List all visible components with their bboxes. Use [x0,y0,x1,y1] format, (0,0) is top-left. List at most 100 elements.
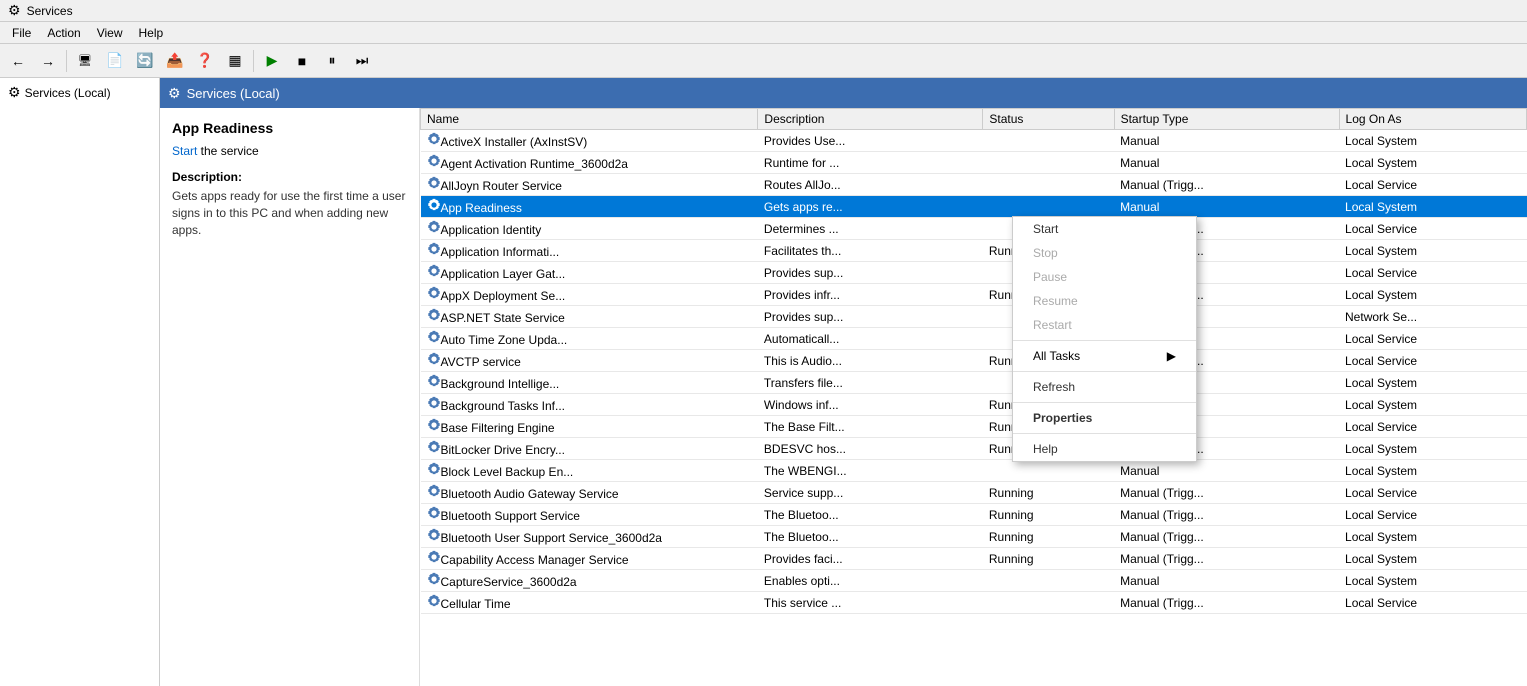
cell-startup: Manual (Trigg... [1114,548,1339,570]
forward-button[interactable]: → [34,47,62,75]
table-row[interactable]: Application Identity Determines ... Manu… [421,218,1527,240]
export-button[interactable]: 📤 [161,47,189,75]
service-table: Name Description Status Startup Type Log… [420,108,1527,614]
table-row[interactable]: AppX Deployment Se... Provides infr... R… [421,284,1527,306]
cell-logon: Local Service [1339,328,1526,350]
sidebar-item-label: Services (Local) [25,86,111,100]
col-header-logon[interactable]: Log On As [1339,109,1526,130]
context-menu-help[interactable]: Help [1013,437,1196,461]
col-header-status[interactable]: Status [983,109,1114,130]
help-toolbar-button[interactable]: ❓ [191,47,219,75]
cell-name: CaptureService_3600d2a [421,570,758,592]
description-label: Description: [172,170,407,184]
table-row[interactable]: ActiveX Installer (AxInstSV) Provides Us… [421,130,1527,152]
table-row[interactable]: Background Intellige... Transfers file..… [421,372,1527,394]
menu-file[interactable]: File [4,24,39,42]
cell-name: Bluetooth Audio Gateway Service [421,482,758,504]
action-button[interactable]: 📄 [101,47,129,75]
cell-logon: Local Service [1339,218,1526,240]
table-row[interactable]: AVCTP service This is Audio... Running M… [421,350,1527,372]
table-row[interactable]: Background Tasks Inf... Windows inf... R… [421,394,1527,416]
split-content: App Readiness Start the service Descript… [160,108,1527,686]
cell-logon: Local System [1339,570,1526,592]
cell-description: Provides sup... [758,306,983,328]
content-header-icon: ⚙ [168,85,181,102]
cell-logon: Local System [1339,460,1526,482]
table-row[interactable]: ASP.NET State Service Provides sup... Ma… [421,306,1527,328]
table-row[interactable]: BitLocker Drive Encry... BDESVC hos... R… [421,438,1527,460]
cell-startup: Manual (Trigg... [1114,592,1339,614]
cell-logon: Local System [1339,196,1526,218]
cell-logon: Local Service [1339,416,1526,438]
table-row[interactable]: Block Level Backup En... The WBENGI... M… [421,460,1527,482]
cell-logon: Local System [1339,152,1526,174]
context-menu-refresh[interactable]: Refresh [1013,375,1196,399]
context-menu-properties[interactable]: Properties [1013,406,1196,430]
title-bar: ⚙ Services [0,0,1527,22]
col-header-description[interactable]: Description [758,109,983,130]
toolbar-separator-2 [253,50,254,72]
table-row[interactable]: Bluetooth Support Service The Bluetoo...… [421,504,1527,526]
cell-description: Provides faci... [758,548,983,570]
context-menu-pause: Pause [1013,265,1196,289]
cell-logon: Local Service [1339,482,1526,504]
menu-bar: File Action View Help [0,22,1527,44]
cell-status: Running [983,482,1114,504]
sidebar: ⚙ Services (Local) [0,78,160,686]
table-row[interactable]: Base Filtering Engine The Base Filt... R… [421,416,1527,438]
context-menu-item-label: All Tasks [1033,349,1080,363]
pause-service-button[interactable]: ⏸ [318,47,346,75]
back-button[interactable]: ← [4,47,32,75]
table-row[interactable]: Bluetooth Audio Gateway Service Service … [421,482,1527,504]
cell-description: The Bluetoo... [758,504,983,526]
table-row[interactable]: Bluetooth User Support Service_3600d2a T… [421,526,1527,548]
menu-view[interactable]: View [89,24,131,42]
cell-name: AVCTP service [421,350,758,372]
app-title: Services [27,4,73,18]
sidebar-item-services-local[interactable]: ⚙ Services (Local) [4,82,155,103]
refresh-button[interactable]: 🔄 [131,47,159,75]
col-header-name[interactable]: Name [421,109,758,130]
table-row[interactable]: Application Informati... Facilitates th.… [421,240,1527,262]
cell-description: Provides infr... [758,284,983,306]
table-row[interactable]: Application Layer Gat... Provides sup...… [421,262,1527,284]
cell-logon: Local System [1339,548,1526,570]
view-button[interactable]: ▦ [221,47,249,75]
stop-service-button[interactable]: ■ [288,47,316,75]
service-action: Start the service [172,144,407,158]
context-menu: StartStopPauseResumeRestartAll Tasks▶Ref… [1012,216,1197,462]
cell-description: Determines ... [758,218,983,240]
table-row[interactable]: Auto Time Zone Upda... Automaticall... D… [421,328,1527,350]
table-row[interactable]: Agent Activation Runtime_3600d2a Runtime… [421,152,1527,174]
col-header-startup[interactable]: Startup Type [1114,109,1339,130]
context-menu-all-tasks[interactable]: All Tasks▶ [1013,344,1196,368]
cell-logon: Local Service [1339,262,1526,284]
start-service-button[interactable]: ▶ [258,47,286,75]
service-list-container[interactable]: Name Description Status Startup Type Log… [420,108,1527,686]
menu-help[interactable]: Help [131,24,172,42]
cell-name: Cellular Time [421,592,758,614]
cell-status [983,130,1114,152]
start-service-link[interactable]: Start [172,144,197,158]
cell-description: Enables opti... [758,570,983,592]
cell-name: AppX Deployment Se... [421,284,758,306]
cell-description: This service ... [758,592,983,614]
context-menu-start[interactable]: Start [1013,217,1196,241]
cell-description: Routes AllJo... [758,174,983,196]
cell-status [983,592,1114,614]
resume-service-button[interactable]: ⏭ [348,47,376,75]
context-menu-resume: Resume [1013,289,1196,313]
table-row[interactable]: App Readiness Gets apps re... Manual Loc… [421,196,1527,218]
table-row[interactable]: AllJoyn Router Service Routes AllJo... M… [421,174,1527,196]
cell-logon: Local System [1339,438,1526,460]
show-console-button[interactable]: 🖥 [71,47,99,75]
cell-description: Service supp... [758,482,983,504]
cell-startup: Manual [1114,130,1339,152]
table-row[interactable]: Cellular Time This service ... Manual (T… [421,592,1527,614]
menu-action[interactable]: Action [39,24,88,42]
cell-logon: Local Service [1339,504,1526,526]
table-row[interactable]: Capability Access Manager Service Provid… [421,548,1527,570]
context-menu-separator [1013,371,1196,372]
cell-description: The Base Filt... [758,416,983,438]
table-row[interactable]: CaptureService_3600d2a Enables opti... M… [421,570,1527,592]
